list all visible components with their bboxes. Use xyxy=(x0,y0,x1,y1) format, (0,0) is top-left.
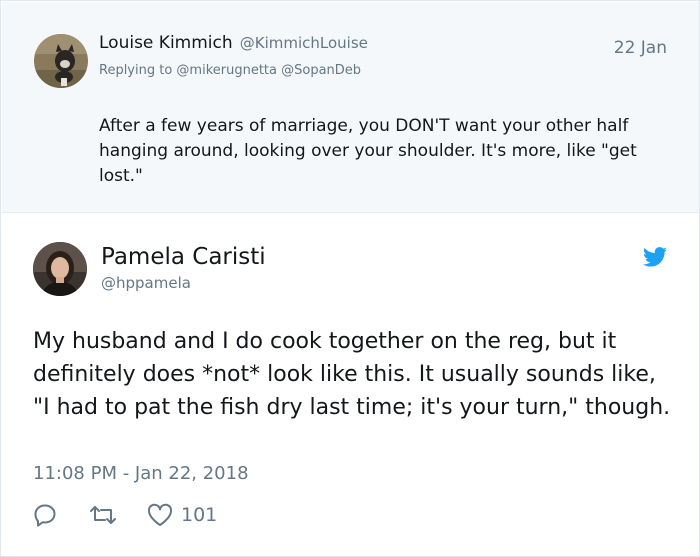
reply-text: After a few years of marriage, you DON'T… xyxy=(99,116,637,186)
like-button[interactable]: 101 xyxy=(147,503,217,527)
twitter-bird-icon[interactable] xyxy=(643,247,667,267)
tweet-timestamp[interactable]: 11:08 PM - Jan 22, 2018 xyxy=(33,463,249,484)
reply-avatar[interactable] xyxy=(34,34,88,88)
reply-icon xyxy=(34,504,56,527)
like-count: 101 xyxy=(181,504,218,526)
retweet-icon xyxy=(90,506,116,524)
tweet-actions: 101 xyxy=(33,501,217,529)
tweet-card: Louise Kimmich @KimmichLouise 22 Jan Rep… xyxy=(0,0,700,557)
woman-photo-avatar-icon xyxy=(33,242,87,296)
reply-tweet[interactable]: Louise Kimmich @KimmichLouise 22 Jan Rep… xyxy=(2,2,699,213)
dog-photo-avatar-icon xyxy=(34,34,88,88)
main-author-name[interactable]: Pamela Caristi xyxy=(101,244,266,270)
retweet-button[interactable] xyxy=(89,503,117,527)
reply-author-handle[interactable]: @KimmichLouise xyxy=(240,34,368,52)
replying-to: Replying to @mikerugnetta @SopanDeb xyxy=(99,63,362,78)
main-avatar[interactable] xyxy=(33,242,87,296)
reply-date[interactable]: 22 Jan xyxy=(614,38,667,58)
reply-button[interactable] xyxy=(33,503,57,527)
heart-icon xyxy=(147,503,173,526)
reply-author-name[interactable]: Louise Kimmich xyxy=(99,33,233,53)
main-author-handle[interactable]: @hppamela xyxy=(101,274,191,292)
main-tweet-text: My husband and I do cook together on the… xyxy=(33,329,671,420)
